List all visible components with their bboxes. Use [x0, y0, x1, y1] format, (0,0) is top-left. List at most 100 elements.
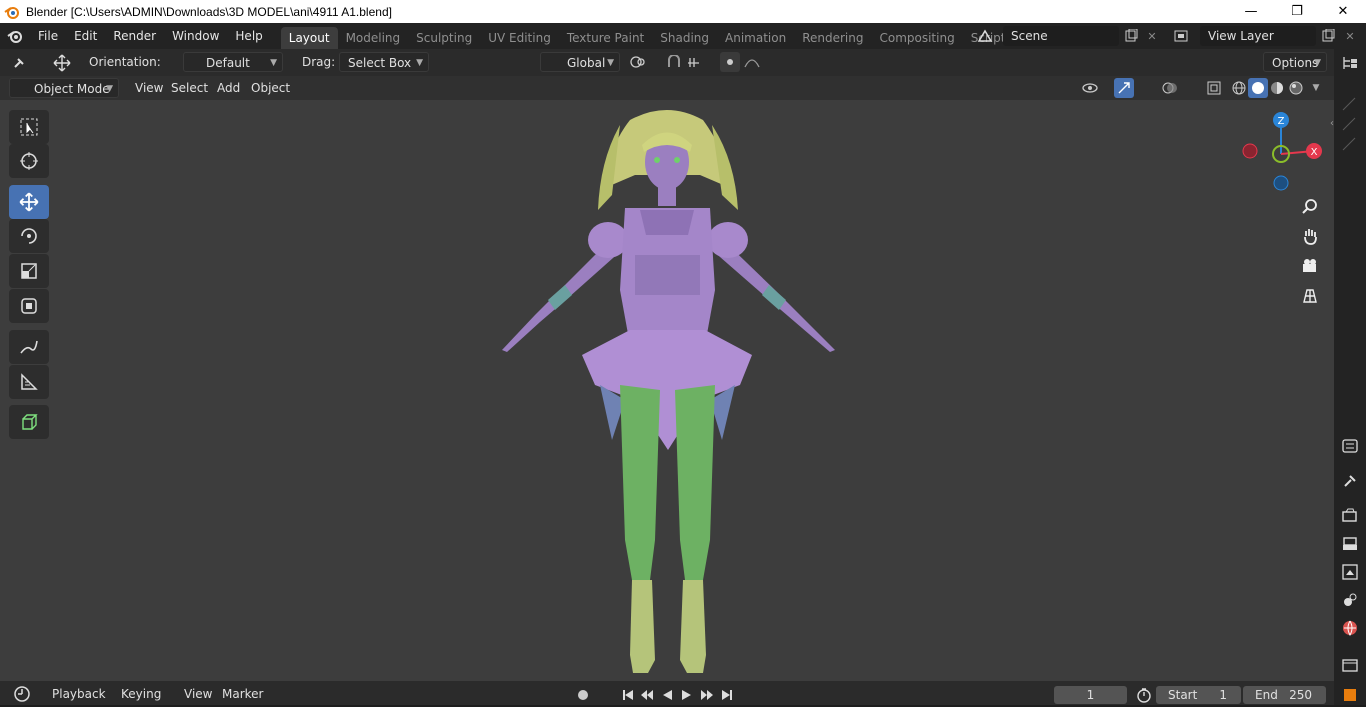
timeline-editor-icon[interactable] — [12, 684, 32, 704]
tab-uv-editing[interactable]: UV Editing — [480, 27, 559, 49]
move-icon[interactable] — [9, 185, 49, 219]
pivot-point-icon[interactable] — [628, 52, 648, 72]
start-frame-field[interactable]: Start 1 — [1156, 686, 1241, 704]
world-properties-icon[interactable] — [1341, 619, 1359, 637]
menu-window[interactable]: Window — [164, 25, 227, 47]
record-button[interactable] — [573, 685, 593, 705]
solid-shading-icon[interactable] — [1248, 78, 1268, 98]
orientation-dropdown[interactable]: Default ▼ — [183, 52, 283, 72]
object-properties-icon[interactable] — [1341, 686, 1359, 704]
zoom-icon[interactable] — [1296, 192, 1324, 220]
output-properties-icon[interactable] — [1341, 535, 1359, 553]
timeline-menu-marker[interactable]: Marker — [216, 684, 269, 704]
outliner-vis-icon-3[interactable] — [1341, 136, 1359, 154]
jump-start-icon[interactable] — [620, 688, 636, 702]
blender-menu-icon[interactable] — [0, 28, 30, 44]
scene-selector-icon[interactable] — [975, 26, 995, 46]
remove-view-layer-icon[interactable]: ✕ — [1340, 26, 1360, 46]
options-label: Options — [1272, 56, 1319, 70]
gizmo-toggle-icon[interactable] — [1114, 78, 1134, 98]
material-shading-icon[interactable] — [1267, 78, 1287, 98]
minimize-button[interactable]: — — [1228, 0, 1274, 23]
menu-render[interactable]: Render — [105, 25, 164, 47]
transform-orientation-dropdown[interactable]: Global ▼ — [540, 52, 620, 72]
3d-viewport[interactable]: Z X — [0, 100, 1334, 681]
current-frame-field[interactable]: 1 — [1054, 686, 1127, 704]
drag-value: Select Box — [348, 56, 412, 70]
character-model — [502, 110, 835, 673]
remove-scene-icon[interactable]: ✕ — [1142, 26, 1162, 46]
camera-view-icon[interactable] — [1296, 252, 1324, 280]
timeline-menu-view[interactable]: View — [178, 684, 218, 704]
options-dropdown[interactable]: Options ▼ — [1263, 52, 1327, 72]
close-button[interactable]: ✕ — [1320, 0, 1366, 23]
menu-file[interactable]: File — [30, 25, 66, 47]
tab-texture-paint[interactable]: Texture Paint — [559, 27, 652, 49]
render-properties-icon[interactable] — [1341, 506, 1359, 524]
view-layer-field[interactable]: View Layer — [1200, 26, 1316, 46]
properties-editor-icon[interactable] — [1341, 437, 1359, 455]
start-value: 1 — [1219, 688, 1227, 702]
xray-toggle-icon[interactable] — [1204, 78, 1224, 98]
pan-hand-icon[interactable] — [1296, 222, 1324, 250]
rotate-icon[interactable] — [9, 219, 49, 253]
tab-compositing[interactable]: Compositing — [871, 27, 962, 49]
measure-icon[interactable] — [9, 365, 49, 399]
drag-dropdown[interactable]: Select Box ▼ — [339, 52, 429, 72]
maximize-button[interactable]: ❐ — [1274, 0, 1320, 23]
mode-dropdown[interactable]: Object Mode ▼ — [9, 78, 119, 98]
rendered-shading-icon[interactable] — [1286, 78, 1306, 98]
tab-layout[interactable]: Layout — [280, 27, 338, 49]
tool-properties-icon[interactable] — [1341, 472, 1359, 490]
tab-animation[interactable]: Animation — [717, 27, 794, 49]
outliner-vis-icon-2[interactable] — [1341, 116, 1359, 134]
falloff-icon[interactable] — [742, 52, 762, 72]
tab-sculpting[interactable]: Sculpting — [408, 27, 480, 49]
play-icon[interactable] — [679, 688, 695, 702]
viewport-menu-select[interactable]: Select — [168, 78, 211, 98]
end-frame-field[interactable]: End 250 — [1243, 686, 1326, 704]
scale-icon[interactable] — [9, 254, 49, 288]
editor-type-icon[interactable] — [12, 53, 32, 73]
tab-rendering[interactable]: Rendering — [794, 27, 871, 49]
select-box-icon[interactable] — [9, 110, 49, 144]
timeline-menu-keying[interactable]: Keying — [115, 684, 167, 704]
axis-gizmo[interactable]: Z X — [1234, 112, 1334, 202]
shading-options-icon[interactable]: ▼ — [1306, 78, 1326, 98]
play-reverse-icon[interactable] — [659, 688, 675, 702]
jump-end-icon[interactable] — [719, 688, 735, 702]
collection-properties-icon[interactable] — [1341, 656, 1359, 674]
transform-icon[interactable] — [9, 289, 49, 323]
stopwatch-icon[interactable] — [1134, 685, 1154, 705]
add-cube-icon[interactable] — [9, 405, 49, 439]
visibility-eye-icon[interactable] — [1080, 78, 1100, 98]
scene-field[interactable]: Scene — [1003, 26, 1119, 46]
proportional-edit-icon[interactable] — [720, 52, 740, 72]
window-title: Blender [C:\Users\ADMIN\Downloads\3D MOD… — [26, 4, 392, 19]
view-layer-properties-icon[interactable] — [1341, 563, 1359, 581]
menu-edit[interactable]: Edit — [66, 25, 105, 47]
overlays-icon[interactable] — [1160, 78, 1180, 98]
snap-toggle-icon[interactable] — [664, 52, 684, 72]
annotate-icon[interactable] — [9, 330, 49, 364]
viewport-menu-object[interactable]: Object — [248, 78, 293, 98]
viewport-menu-view[interactable]: View — [132, 78, 166, 98]
wireframe-shading-icon[interactable] — [1229, 78, 1249, 98]
menu-help[interactable]: Help — [227, 25, 270, 47]
tab-modeling[interactable]: Modeling — [338, 27, 409, 49]
outliner-icon[interactable] — [1341, 54, 1359, 72]
ortho-grid-icon[interactable] — [1296, 282, 1324, 310]
view-layer-icon[interactable] — [1172, 26, 1192, 46]
snap-target-icon[interactable] — [686, 52, 706, 72]
scene-properties-icon[interactable] — [1341, 591, 1359, 609]
tab-shading[interactable]: Shading — [652, 27, 717, 49]
jump-keyframe-forward-icon[interactable] — [699, 688, 715, 702]
new-scene-icon[interactable] — [1121, 26, 1141, 46]
viewport-menu-add[interactable]: Add — [214, 78, 243, 98]
outliner-vis-icon-1[interactable] — [1341, 96, 1359, 114]
cursor-icon[interactable] — [9, 144, 49, 178]
blender-logo-icon — [4, 6, 19, 19]
timeline-menu-playback[interactable]: Playback — [46, 684, 112, 704]
jump-keyframe-back-icon[interactable] — [639, 688, 655, 702]
new-view-layer-icon[interactable] — [1318, 26, 1338, 46]
